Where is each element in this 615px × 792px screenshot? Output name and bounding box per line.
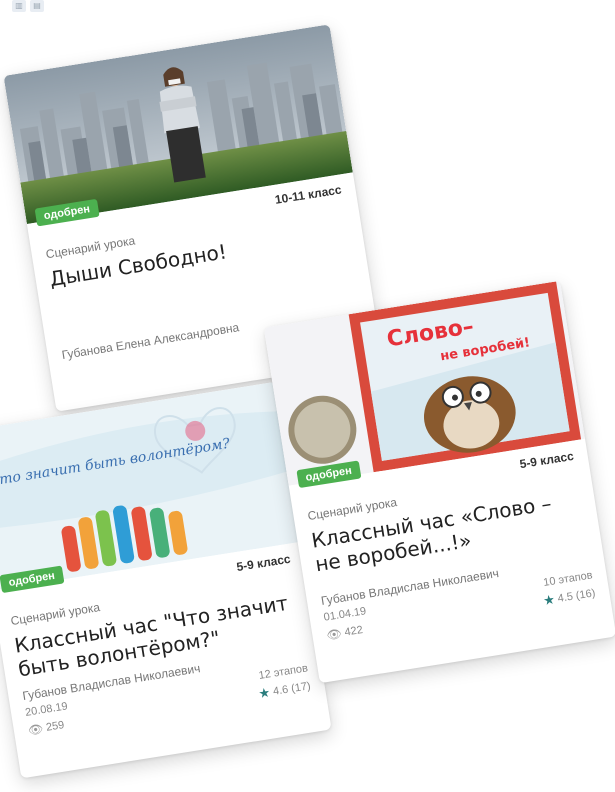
document-icon[interactable]: ▤ (30, 0, 44, 12)
eye-icon: 👁 (325, 626, 343, 643)
book-icon[interactable]: ▥ (12, 0, 26, 12)
lesson-card-word[interactable]: Слово– не воробей! одобрен 5-9 класс Сце… (263, 280, 615, 684)
rating: ★ 4.6 (17) (257, 678, 311, 702)
views-value: 259 (45, 719, 66, 734)
date-label: 01.04.19 (322, 605, 368, 624)
views-count: 👁 422 (326, 623, 364, 643)
views-value: 422 (343, 623, 364, 639)
toolbar-icons: ▥ ▤ (12, 0, 44, 12)
card-body: одобрен 5-9 класс Сценарий урока Классны… (0, 542, 328, 753)
eye-icon: 👁 (27, 721, 45, 738)
date-label: 20.08.19 (24, 700, 69, 719)
rating-value: 4.6 (17) (272, 680, 312, 698)
views-count: 👁 259 (27, 718, 65, 738)
rating-value: 4.5 (16) (556, 587, 597, 605)
star-icon: ★ (257, 684, 272, 702)
page: ▥ ▤ одобрен 10-11 класс Сценарий урока Д… (0, 0, 615, 792)
star-icon: ★ (542, 591, 556, 609)
card-body: одобрен 5-9 класс Сценарий урока Классны… (289, 439, 613, 658)
rating: ★ 4.5 (16) (542, 585, 596, 609)
